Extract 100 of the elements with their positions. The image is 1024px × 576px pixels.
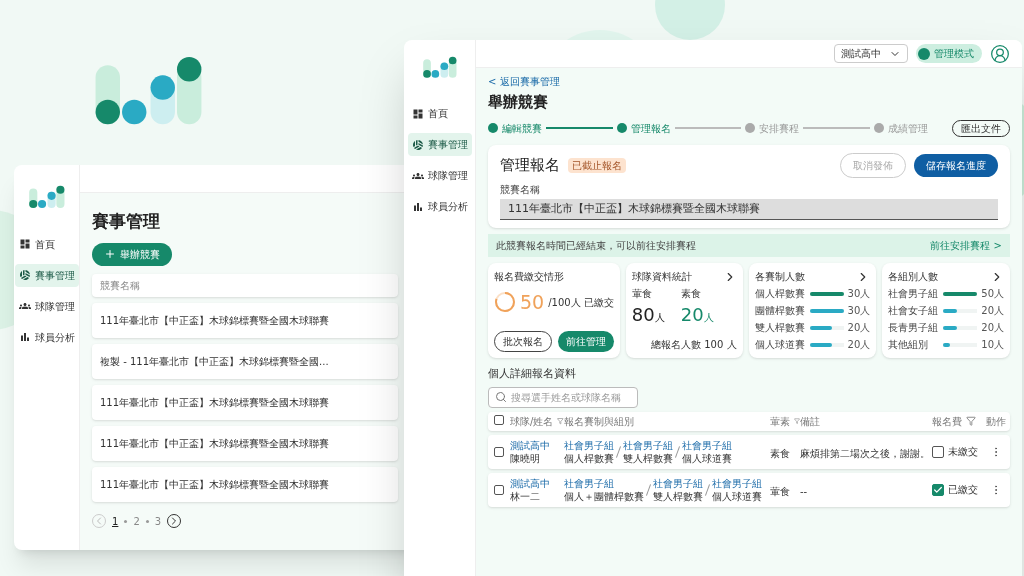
bar-value: 20人: [847, 321, 871, 335]
team-link[interactable]: 測試高中: [510, 476, 550, 490]
field-label: 競賽名稱: [500, 182, 540, 197]
bar-value: 20人: [981, 321, 1004, 335]
notice-text: 此競賽報名時間已經結束，可以前往安排賽程: [496, 239, 696, 253]
nav-item[interactable]: 球隊管理: [407, 164, 472, 188]
checkbox[interactable]: [494, 446, 504, 457]
player-name: 林一二: [510, 489, 540, 503]
logo-icon: [95, 55, 203, 127]
page-link[interactable]: 3: [154, 513, 162, 529]
nav-item[interactable]: 首頁: [407, 102, 472, 126]
nav-item[interactable]: 球員分析: [14, 325, 79, 349]
nav-item[interactable]: 球員分析: [407, 195, 472, 219]
fee-status: 已繳交: [948, 483, 978, 497]
fee-status: 未繳交: [948, 445, 978, 459]
page-title: 賽事管理: [92, 210, 160, 233]
back-link[interactable]: < 返回賽事管理: [488, 74, 560, 89]
nav-item[interactable]: 賽事管理: [14, 263, 79, 287]
create-button[interactable]: 舉辦競賽: [92, 242, 172, 266]
bar-chart-icon: [411, 200, 424, 213]
nav-item[interactable]: 賽事管理: [407, 133, 472, 157]
group-link[interactable]: 社會男子組: [682, 438, 732, 452]
column-header: 葷素: [770, 414, 790, 429]
bar-value: 20人: [847, 338, 871, 352]
page-title: 舉辦競賽: [488, 92, 548, 113]
bar-label: 個人球道賽: [754, 338, 806, 352]
background-blob: [655, 0, 725, 40]
stat-label: 素食: [680, 287, 702, 301]
competition-row[interactable]: 111年臺北市【中正盃】木球錦標賽暨全國木球聯賽: [92, 302, 398, 338]
page-link[interactable]: 1: [112, 513, 119, 529]
event-name: 雙人桿數賽: [653, 489, 703, 503]
group-link[interactable]: 社會男子組: [653, 476, 703, 490]
competition-row[interactable]: 111年臺北市【中正盃】木球錦標賽暨全國木球聯賽: [92, 425, 398, 461]
note-text: 麻煩排第二場次之後，謝謝。: [800, 447, 930, 459]
progress-ring-icon: [494, 291, 516, 314]
checkbox[interactable]: [494, 414, 504, 425]
checkbox[interactable]: [932, 445, 944, 458]
step[interactable]: 管理報名: [616, 120, 671, 136]
manage-button[interactable]: 前往管理: [557, 331, 614, 352]
plus-icon: [104, 248, 116, 260]
group-link[interactable]: 社會男子組: [564, 476, 614, 490]
status-badge: 已截止報名: [568, 157, 626, 173]
mode-toggle[interactable]: 管理模式: [916, 44, 982, 63]
event-name: 個人球道賽: [682, 451, 732, 465]
column-header: 備註: [800, 414, 820, 429]
paid-count: 50: [520, 290, 545, 315]
column-header: 動作: [986, 414, 1006, 429]
nav-item[interactable]: 球隊管理: [14, 294, 79, 318]
bar-value: 50人: [981, 287, 1004, 301]
checkbox[interactable]: [494, 484, 504, 495]
event-name: 個人＋團體桿數賽: [564, 489, 644, 503]
search-icon: [495, 391, 507, 403]
search-field[interactable]: 搜尋選手姓名或球隊名稱: [488, 386, 638, 408]
bar-chart-icon: [18, 331, 31, 344]
panel-title: 管理報名: [500, 154, 560, 176]
stat-value: 80人: [631, 303, 665, 327]
card-title: 各組別人數: [888, 270, 939, 284]
stat-value: 20人: [680, 303, 714, 327]
bar-value: 30人: [847, 304, 871, 318]
event-name: 個人桿數賽: [564, 451, 614, 465]
event-name: 雙人桿數賽: [623, 451, 673, 465]
card-title: 各賽制人數: [754, 270, 805, 284]
dashboard-icon: [18, 238, 31, 251]
column-header: 競賽名稱: [92, 273, 398, 297]
event-name: 個人球道賽: [712, 489, 762, 503]
competition-row[interactable]: 複製 - 111年臺北市【中正盃】木球錦標賽暨全國...: [92, 343, 398, 379]
bar-label: 團體桿數賽: [754, 304, 806, 318]
group-link[interactable]: 社會男子組: [712, 476, 762, 490]
group-link[interactable]: 社會男子組: [623, 438, 673, 452]
filter-icon[interactable]: [966, 416, 976, 426]
group-link[interactable]: 社會男子組: [564, 438, 614, 452]
logo-icon: [28, 185, 65, 209]
nav-item[interactable]: 首頁: [14, 232, 79, 256]
user-avatar-icon[interactable]: [990, 43, 1010, 64]
competition-row[interactable]: 111年臺北市【中正盃】木球錦標賽暨全國木球聯賽: [92, 384, 398, 420]
schedule-link[interactable]: 前往安排賽程 >: [930, 238, 1002, 253]
name-field[interactable]: 111年臺北市【中正盃】木球錦標賽暨全國木球聯賽: [500, 198, 998, 220]
diet-text: 葷食: [770, 485, 790, 497]
bar-value: 30人: [847, 287, 871, 301]
step[interactable]: 編輯競賽: [488, 120, 542, 136]
bar-label: 社會男子組: [888, 287, 940, 301]
competition-row[interactable]: 111年臺北市【中正盃】木球錦標賽暨全國木球聯賽: [92, 466, 398, 502]
column-header: 球隊/姓名: [510, 414, 554, 429]
bar-label: 其他組別: [888, 338, 930, 352]
logo-icon: [422, 56, 457, 79]
card-title: 報名費繳交情形: [494, 270, 565, 284]
column-header: 報名賽制與組別: [564, 414, 634, 429]
stat-label: 葷食: [631, 287, 653, 301]
bar-value: 20人: [981, 304, 1004, 318]
save-button[interactable]: 儲存報名進度: [914, 153, 998, 177]
checkbox[interactable]: [932, 483, 944, 496]
player-name: 陳曉明: [510, 451, 540, 465]
bar-value: 10人: [981, 338, 1004, 352]
team-link[interactable]: 測試高中: [510, 438, 550, 452]
bar-label: 雙人桿數賽: [754, 321, 806, 335]
diet-text: 素食: [770, 447, 790, 459]
total-count: 總報名人數 100 人: [651, 338, 737, 352]
section-title: 個人詳細報名資料: [488, 366, 576, 382]
page-link[interactable]: 2: [133, 513, 140, 529]
school-select[interactable]: 測試高中: [834, 44, 908, 63]
